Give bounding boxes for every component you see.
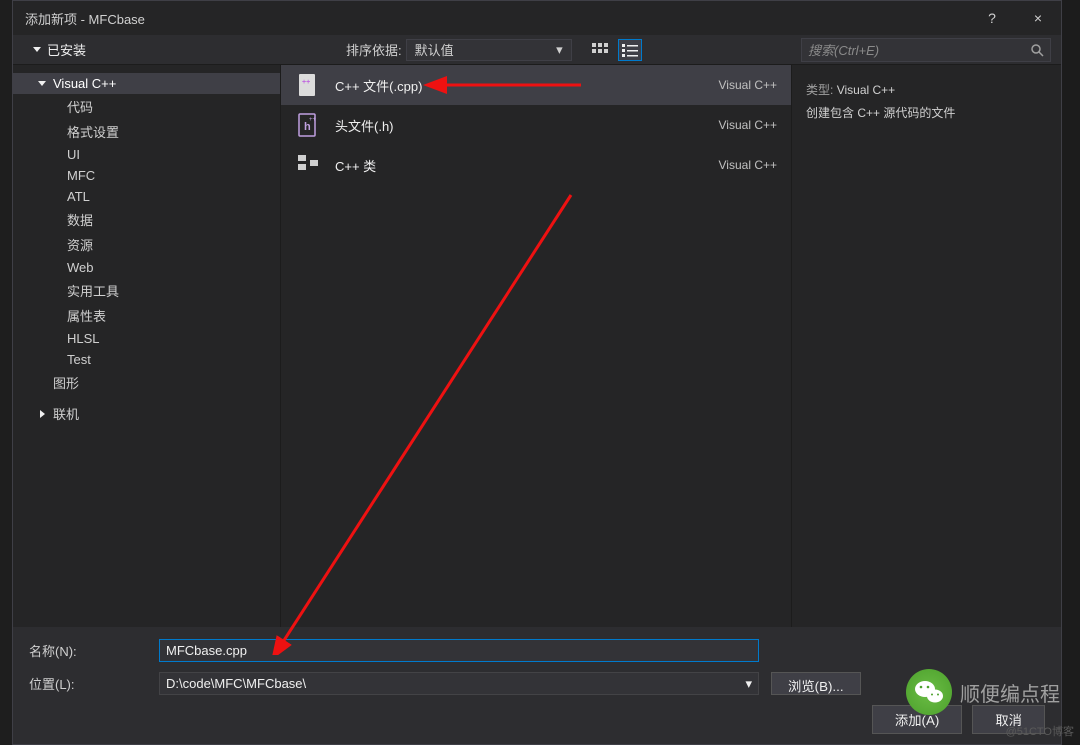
brand-overlay: 顺便编点程 [906, 669, 1060, 715]
expand-icon [35, 410, 49, 418]
location-value: D:\code\MFC\MFCbase\ [166, 676, 745, 691]
template-lang: Visual C++ [719, 78, 777, 92]
chevron-down-icon [33, 47, 41, 52]
view-mode-buttons [588, 39, 642, 61]
tile-view-button[interactable] [588, 39, 612, 61]
svg-text:++: ++ [302, 79, 310, 86]
name-row: 名称(N): MFCbase.cpp [29, 639, 1045, 662]
tree-item-format[interactable]: 格式设置 [13, 119, 280, 144]
tree-item-ui[interactable]: UI [13, 144, 280, 165]
template-header-file[interactable]: h++ 头文件(.h) Visual C++ [281, 105, 791, 145]
sort-combo[interactable]: 默认值 ▾ [406, 39, 572, 61]
annotation-arrow-2 [261, 155, 661, 655]
location-row: 位置(L): D:\code\MFC\MFCbase\ ▾ 浏览(B)... [29, 672, 1045, 695]
installed-label: 已安装 [47, 40, 86, 59]
search-input[interactable]: 搜索(Ctrl+E) [801, 38, 1051, 62]
search-icon [1030, 43, 1044, 57]
name-label: 名称(N): [29, 641, 159, 660]
titlebar: 添加新项 - MFCbase ? × [13, 1, 1061, 35]
sort-value: 默认值 [415, 40, 556, 59]
template-cpp-file[interactable]: ++ C++ 文件(.cpp) Visual C++ [281, 65, 791, 105]
dropdown-icon: ▾ [556, 42, 563, 58]
detail-type-label: 类型: [806, 83, 833, 97]
cpp-class-icon [295, 152, 321, 178]
close-button[interactable]: × [1015, 1, 1061, 35]
template-label: C++ 类 [335, 156, 719, 175]
header-file-icon: h++ [295, 112, 321, 138]
template-lang: Visual C++ [719, 158, 777, 172]
window-title: 添加新项 - MFCbase [25, 9, 969, 28]
brand-text: 顺便编点程 [960, 678, 1060, 707]
tree-item-test[interactable]: Test [13, 349, 280, 370]
cpp-file-icon: ++ [295, 72, 321, 98]
svg-text:++: ++ [309, 117, 317, 123]
tree-item-data[interactable]: 数据 [13, 207, 280, 232]
detail-description: 创建包含 C++ 源代码的文件 [806, 102, 1047, 125]
browse-button[interactable]: 浏览(B)... [771, 672, 861, 695]
detail-panel: 类型: Visual C++ 创建包含 C++ 源代码的文件 [791, 65, 1061, 627]
name-input[interactable]: MFCbase.cpp [159, 639, 759, 662]
tree-item-mfc[interactable]: MFC [13, 165, 280, 186]
help-button[interactable]: ? [969, 1, 1015, 35]
search-placeholder: 搜索(Ctrl+E) [808, 40, 1030, 59]
tree-item-label: Visual C++ [53, 76, 116, 91]
category-tree: Visual C++ 代码 格式设置 UI MFC ATL 数据 资源 Web … [13, 65, 281, 627]
tree-item-label: 联机 [53, 404, 79, 423]
tree-visual-cpp[interactable]: Visual C++ [13, 73, 280, 94]
dropdown-icon: ▾ [745, 676, 752, 691]
list-view-button[interactable] [618, 39, 642, 61]
tree-item-atl[interactable]: ATL [13, 186, 280, 207]
add-new-item-dialog: 添加新项 - MFCbase ? × 已安装 排序依据: 默认值 ▾ 搜索(Ct… [12, 0, 1062, 745]
location-label: 位置(L): [29, 674, 159, 693]
watermark: @51CTO博客 [1006, 723, 1074, 739]
template-lang: Visual C++ [719, 118, 777, 132]
sort-by-label: 排序依据: [346, 40, 402, 59]
tree-item-utility[interactable]: 实用工具 [13, 278, 280, 303]
location-input[interactable]: D:\code\MFC\MFCbase\ ▾ [159, 672, 759, 695]
editor-gutter [0, 0, 12, 745]
template-label: 头文件(.h) [335, 116, 719, 135]
wechat-icon [906, 669, 952, 715]
bottom-form: 名称(N): MFCbase.cpp 位置(L): D:\code\MFC\MF… [13, 627, 1061, 744]
tree-item-propsheet[interactable]: 属性表 [13, 303, 280, 328]
tree-online[interactable]: 联机 [13, 401, 280, 426]
expand-icon [35, 81, 49, 86]
template-cpp-class[interactable]: C++ 类 Visual C++ [281, 145, 791, 185]
name-value: MFCbase.cpp [166, 643, 247, 658]
template-list: ++ C++ 文件(.cpp) Visual C++ h++ 头文件(.h) V… [281, 65, 791, 627]
detail-type-row: 类型: Visual C++ [806, 79, 1047, 102]
dialog-body: Visual C++ 代码 格式设置 UI MFC ATL 数据 资源 Web … [13, 65, 1061, 627]
template-label: C++ 文件(.cpp) [335, 76, 719, 95]
tree-item-resource[interactable]: 资源 [13, 232, 280, 257]
toolbar: 已安装 排序依据: 默认值 ▾ 搜索(Ctrl+E) [13, 35, 1061, 65]
tree-item-web[interactable]: Web [13, 257, 280, 278]
tree-graphics[interactable]: 图形 [13, 370, 280, 395]
tree-item-code[interactable]: 代码 [13, 94, 280, 119]
detail-type-value: Visual C++ [837, 83, 895, 97]
tree-item-hlsl[interactable]: HLSL [13, 328, 280, 349]
installed-tab[interactable]: 已安装 [23, 36, 96, 63]
dialog-buttons: 添加(A) 取消 [29, 705, 1045, 734]
